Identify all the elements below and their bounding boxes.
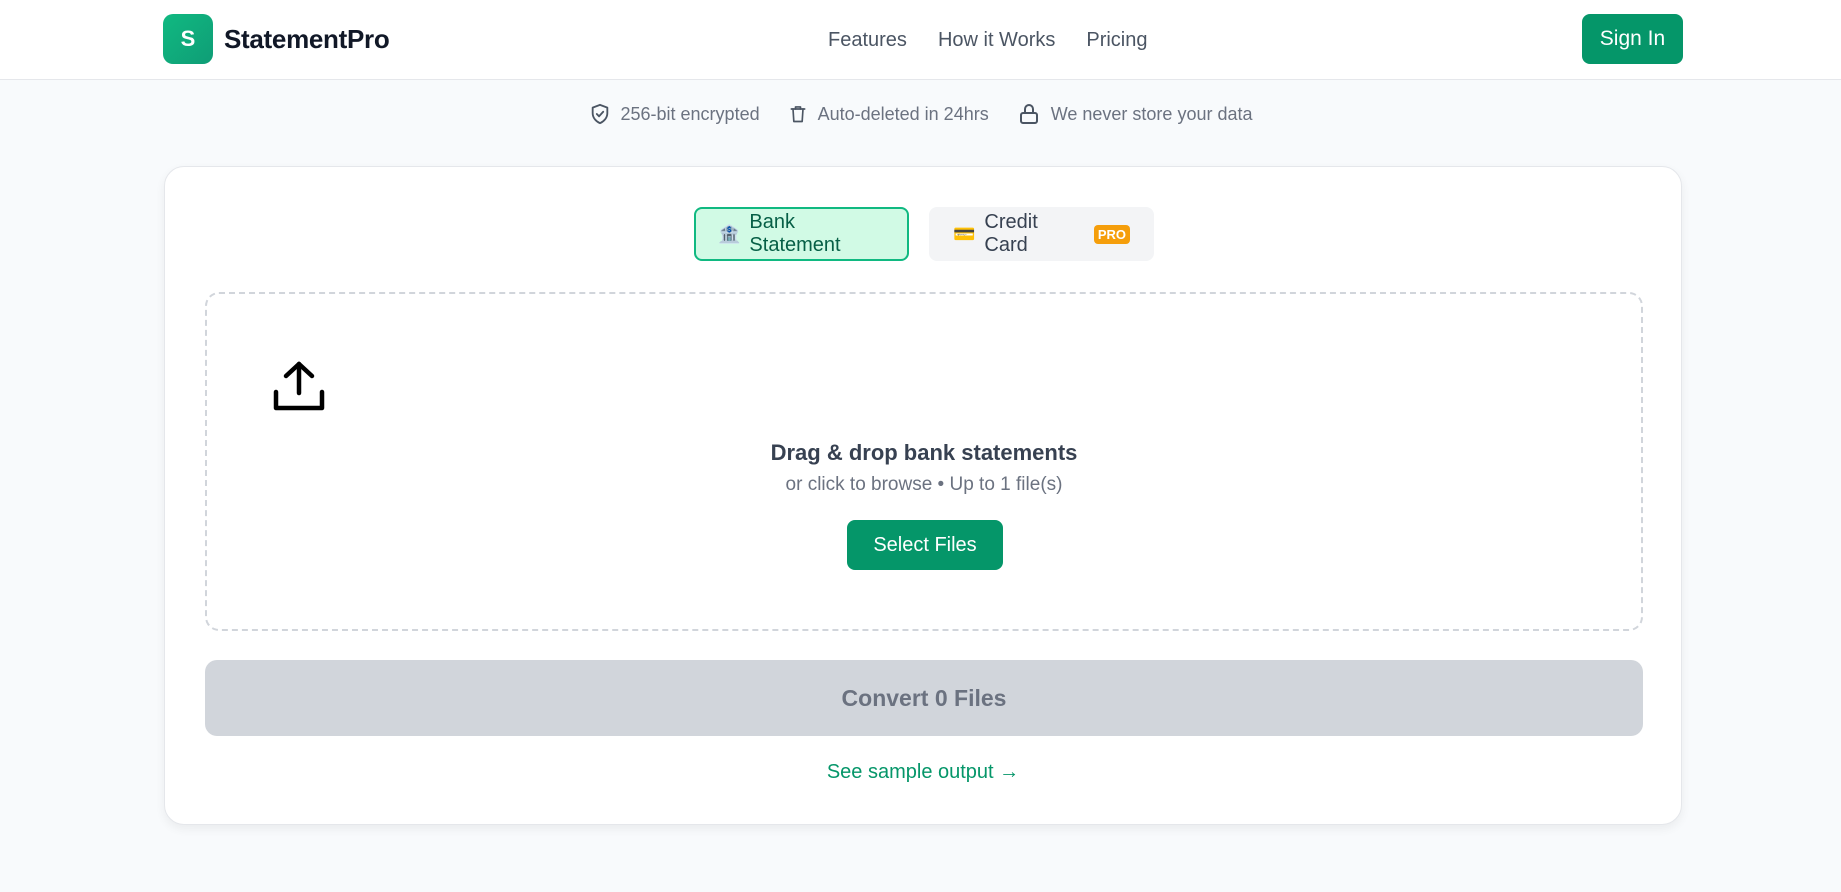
tab-credit-card[interactable]: 💳 Credit Card PRO — [929, 207, 1154, 261]
pro-badge: PRO — [1093, 224, 1130, 244]
file-dropzone[interactable]: Drag & drop bank statements or click to … — [205, 292, 1643, 631]
main-nav: Features How it Works Pricing — [828, 0, 1179, 80]
select-files-button[interactable]: Select Files — [847, 520, 1003, 570]
statement-type-tabs: 🏦 Bank Statement 💳 Credit Card PRO — [694, 207, 1154, 261]
trash-icon — [790, 106, 806, 123]
tab-bank-statement-label: Bank Statement — [749, 211, 841, 256]
sample-output-link[interactable]: See sample output → — [165, 761, 1681, 784]
dropzone-subtitle: or click to browse • Up to 1 file(s) — [785, 474, 1063, 495]
logo-mark: S — [163, 14, 213, 64]
trust-item-no-store: We never store your data — [1017, 102, 1253, 126]
lock-icon — [1019, 104, 1038, 124]
app-name: StatementPro — [224, 23, 390, 54]
credit-card-icon: 💳 — [953, 223, 976, 244]
converter-card: 🏦 Bank Statement 💳 Credit Card PRO Drag … — [164, 166, 1682, 825]
tab-bank-statement[interactable]: 🏦 Bank Statement — [694, 207, 909, 261]
shield-check-icon — [591, 103, 608, 125]
upload-icon — [273, 361, 325, 411]
logo[interactable]: S StatementPro — [163, 14, 390, 64]
trust-text-auto-deleted: Auto-deleted in 24hrs — [817, 103, 989, 124]
trust-item-encrypted: 256-bit encrypted — [589, 102, 760, 126]
nav-features[interactable]: Features — [828, 29, 907, 52]
nav-how-it-works[interactable]: How it Works — [938, 29, 1055, 52]
trust-item-auto-deleted: Auto-deleted in 24hrs — [788, 103, 989, 125]
bank-icon: 🏦 — [718, 223, 741, 244]
trust-text-no-store: We never store your data — [1050, 103, 1253, 124]
tab-credit-card-label: Credit Card — [984, 211, 1038, 256]
nav-pricing[interactable]: Pricing — [1086, 29, 1147, 52]
trust-text-encrypted: 256-bit encrypted — [620, 103, 760, 124]
dropzone-title: Drag & drop bank statements — [770, 440, 1078, 465]
convert-button[interactable]: Convert 0 Files — [205, 660, 1643, 736]
trust-bar: 256-bit encrypted Auto-deleted in 24hrs … — [0, 97, 1841, 131]
top-header: S StatementPro Features How it Works Pri… — [0, 0, 1841, 80]
sign-in-button[interactable]: Sign In — [1582, 14, 1683, 64]
